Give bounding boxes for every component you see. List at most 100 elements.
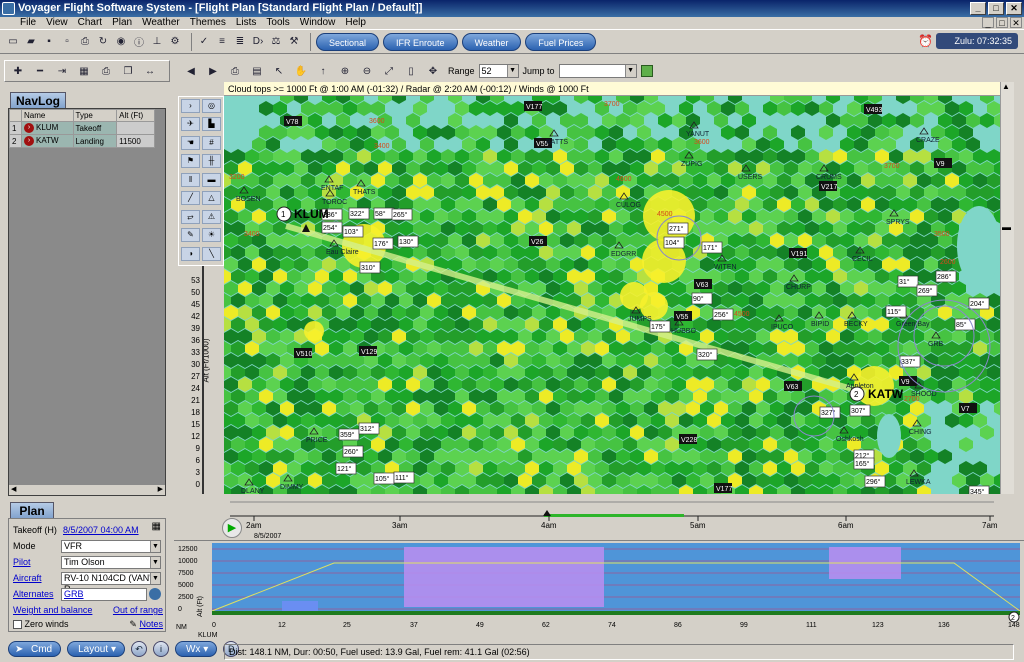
- print-icon[interactable]: ⎙: [78, 35, 92, 49]
- pencil-tool-icon[interactable]: ✎: [181, 228, 200, 243]
- runway-tool-icon[interactable]: ╫: [202, 154, 221, 169]
- table-row[interactable]: 2 › KATW Landing 11500: [9, 134, 155, 148]
- menu-view[interactable]: View: [46, 17, 68, 29]
- layout-button[interactable]: Layout ▾: [67, 641, 125, 657]
- scroll-right-icon[interactable]: ▶: [158, 485, 163, 495]
- chevron-down-icon[interactable]: ▼: [150, 540, 160, 552]
- save-icon[interactable]: ▪: [42, 35, 56, 49]
- menu-help[interactable]: Help: [345, 17, 366, 29]
- pan-hand-icon[interactable]: ✋: [294, 64, 308, 78]
- back-icon[interactable]: ◀: [184, 64, 198, 78]
- destination-marker[interactable]: 2 KATW: [849, 386, 904, 402]
- range-select[interactable]: 52 ▼: [478, 64, 519, 78]
- mdi-close-button[interactable]: ✕: [1010, 17, 1022, 28]
- new-icon[interactable]: ▭: [6, 35, 20, 49]
- chevron-down-icon[interactable]: ▼: [150, 572, 160, 584]
- undo-icon[interactable]: ↶: [130, 641, 147, 657]
- zero-winds-checkbox[interactable]: [13, 620, 22, 630]
- profile-canvas[interactable]: 12500 10000 7500 5000 2500 0 0 12 25 37 49 62 74 86 99…: [174, 541, 1024, 641]
- save-as-icon[interactable]: ▫: [60, 35, 74, 49]
- fuel-prices-button[interactable]: Fuel Prices: [525, 32, 597, 51]
- warning-tool-icon[interactable]: ⚠: [202, 209, 221, 224]
- faa-icon[interactable]: ≡: [215, 35, 229, 49]
- out-of-range-link[interactable]: Out of range: [113, 605, 163, 615]
- time-cursor-icon[interactable]: [543, 510, 551, 516]
- notes-icon[interactable]: ✎: [129, 619, 137, 629]
- row-alt[interactable]: 11500: [116, 134, 155, 148]
- globe-tool-icon[interactable]: ◑: [181, 246, 200, 261]
- copy-icon[interactable]: ❐: [121, 64, 135, 78]
- cmd-button[interactable]: ➤ Cmd: [8, 641, 62, 657]
- scale-icon[interactable]: ⚖: [269, 35, 283, 49]
- navlog-header-type[interactable]: Type: [72, 109, 118, 122]
- pilot-link[interactable]: Pilot: [13, 557, 61, 567]
- refresh-icon[interactable]: ↻: [96, 35, 110, 49]
- wrench-icon[interactable]: ⚒: [287, 35, 301, 49]
- mode-select[interactable]: VFR ▼: [61, 539, 161, 553]
- scroll-up-icon[interactable]: ▲: [1002, 82, 1010, 91]
- calendar-icon[interactable]: ▦: [152, 521, 161, 532]
- area-tool-icon[interactable]: △: [202, 191, 221, 206]
- alarm-clock-icon[interactable]: ⏰: [918, 33, 933, 49]
- close-button[interactable]: ✕: [1006, 2, 1022, 15]
- mdi-minimize-button[interactable]: _: [982, 17, 994, 28]
- alternates-button[interactable]: [149, 588, 161, 600]
- menu-plan[interactable]: Plan: [112, 17, 132, 29]
- waypoint-tool-icon[interactable]: ›: [181, 99, 200, 113]
- go-button[interactable]: [640, 65, 653, 77]
- altitude-slider-track[interactable]: [202, 266, 204, 494]
- measure-icon[interactable]: ⤢: [382, 64, 396, 78]
- insert-icon[interactable]: ⇥: [55, 64, 69, 78]
- aircraft-link[interactable]: Aircraft: [13, 573, 61, 583]
- tab-plan[interactable]: Plan: [10, 502, 54, 519]
- scroll-thumb[interactable]: ▬: [1002, 222, 1011, 232]
- notes-link[interactable]: Notes: [139, 619, 163, 629]
- reverse-icon[interactable]: ↔: [143, 64, 157, 78]
- scroll-left-icon[interactable]: ◀: [11, 485, 16, 495]
- chevron-down-icon[interactable]: ▼: [150, 556, 160, 568]
- layer-tool-icon[interactable]: ▬: [202, 172, 221, 187]
- globe-icon[interactable]: ◉: [114, 35, 128, 49]
- check-icon[interactable]: ✓: [197, 35, 211, 49]
- row-name[interactable]: KLUM: [36, 123, 58, 132]
- print-map-icon[interactable]: ⎙: [228, 64, 242, 78]
- ifr-enroute-button[interactable]: IFR Enroute: [383, 32, 458, 51]
- chart-tool-icon[interactable]: ▙: [202, 117, 221, 132]
- layers-icon[interactable]: ▤: [250, 64, 264, 78]
- pilot-select[interactable]: Tim Olson ▼: [61, 555, 161, 569]
- tab-navlog[interactable]: NavLog: [10, 92, 66, 109]
- info-round-icon[interactable]: i: [152, 641, 169, 657]
- takeoff-datetime-link[interactable]: 8/5/2007 04:00 AM: [63, 525, 139, 535]
- play-button[interactable]: ▶: [222, 518, 242, 538]
- time-slider-canvas[interactable]: 2am 3am 4am 5am 6am 7am 8/5/2007: [224, 494, 1000, 540]
- chevron-down-icon[interactable]: ▼: [624, 65, 636, 77]
- maximize-button[interactable]: □: [988, 2, 1004, 15]
- zoom-out-icon[interactable]: ⊖: [360, 64, 374, 78]
- menu-window[interactable]: Window: [300, 17, 336, 29]
- map-vertical-scrollbar[interactable]: ▲ ▬: [1000, 82, 1014, 494]
- time-slider[interactable]: 2am 3am 4am 5am 6am 7am 8/5/2007: [224, 494, 1000, 540]
- pin-icon[interactable]: ↑: [316, 64, 330, 78]
- row-alt[interactable]: [116, 121, 155, 135]
- navlog-header-alt[interactable]: Alt (Ft): [116, 109, 155, 122]
- alternates-field[interactable]: GRB: [61, 587, 147, 601]
- menu-weather[interactable]: Weather: [142, 17, 180, 29]
- menu-chart[interactable]: Chart: [78, 17, 102, 29]
- weather-button[interactable]: Weather: [461, 32, 522, 51]
- table-row[interactable]: 1 › KLUM Takeoff: [9, 121, 155, 135]
- forward-icon[interactable]: ▶: [206, 64, 220, 78]
- map-canvas[interactable]: V78V55V177 V493V9V217V26V191V63V55V129V51…: [224, 96, 1000, 494]
- jump-to-select[interactable]: ▼: [558, 64, 637, 78]
- weather-map[interactable]: V78 V55 V177 V493 V9 V217 V26 V191 V63 V55 V129 V51…: [224, 96, 1000, 494]
- remove-waypoint-icon[interactable]: ━: [33, 64, 47, 78]
- alternates-link[interactable]: Alternates: [13, 589, 61, 599]
- direct-to-icon[interactable]: D›: [251, 35, 265, 49]
- extra-tool-icon[interactable]: ╲: [202, 246, 221, 261]
- minimize-button[interactable]: _: [970, 2, 986, 15]
- zoom-in-icon[interactable]: ⊕: [338, 64, 352, 78]
- add-waypoint-icon[interactable]: ✚: [11, 64, 25, 78]
- tower-icon[interactable]: ⊥: [150, 35, 164, 49]
- route-tool-icon[interactable]: ⥂: [181, 209, 200, 224]
- aircraft-select[interactable]: RV-10 N104CD (VAN'S R▼: [61, 571, 161, 594]
- center-icon[interactable]: ✥: [426, 64, 440, 78]
